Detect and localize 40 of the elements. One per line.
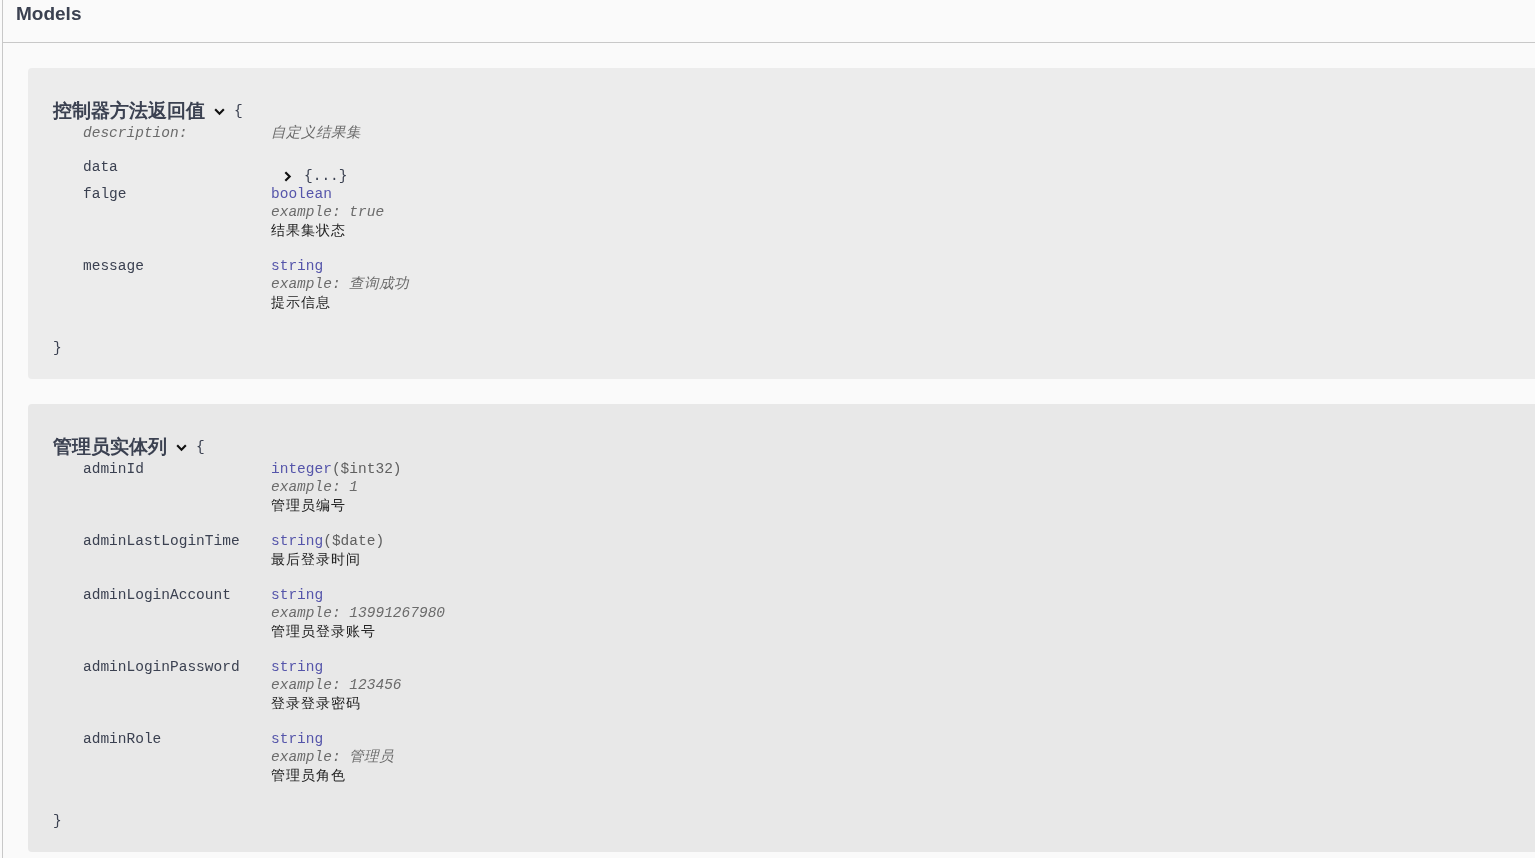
model-title[interactable]: 管理员实体列: [53, 434, 167, 460]
property-name: adminRole: [83, 730, 163, 749]
property-type: string: [271, 658, 324, 676]
property-format: ($int32): [331, 460, 402, 478]
open-brace: {: [234, 102, 243, 120]
property-type: string: [271, 532, 324, 550]
example-text: example: 13991267980: [271, 604, 446, 622]
property-description: 管理员角色: [271, 766, 347, 784]
open-brace: {: [196, 438, 205, 456]
property-description: 管理员登录账号: [271, 622, 377, 640]
property-name: adminLoginAccount: [83, 586, 232, 605]
close-brace: }: [53, 339, 62, 357]
property-name: adminLastLoginTime: [83, 532, 241, 551]
property-type: string: [271, 730, 324, 748]
property-format: ($date): [323, 532, 385, 550]
model-title[interactable]: 控制器方法返回值: [53, 98, 205, 124]
property-name: adminLoginPassword: [83, 658, 241, 677]
example-text: example: 123456: [271, 676, 402, 694]
property-name: adminId: [83, 460, 145, 479]
property-description: 提示信息: [271, 293, 332, 311]
example-text: example: 1: [271, 478, 359, 496]
example-text: example: 查询成功: [271, 275, 410, 293]
example-text: example: true: [271, 203, 385, 221]
section-title: Models: [16, 3, 82, 25]
collapsed-object[interactable]: {...}: [304, 167, 348, 185]
property-type: string: [271, 586, 324, 604]
property-description: 登录登录密码: [271, 694, 362, 712]
property-type: integer: [271, 460, 332, 478]
property-description: 管理员编号: [271, 496, 347, 514]
property-type: boolean: [271, 185, 332, 203]
example-text: example: 管理员: [271, 748, 395, 766]
property-description: 最后登录时间: [271, 550, 362, 568]
property-name: falge: [83, 185, 128, 204]
close-brace: }: [53, 812, 62, 830]
model-description: 自定义结果集: [271, 124, 362, 142]
property-name: data: [83, 158, 119, 177]
property-description: 结果集状态: [271, 221, 347, 239]
property-type: string: [271, 257, 324, 275]
property-label: description:: [83, 124, 189, 142]
property-name: message: [83, 257, 145, 276]
